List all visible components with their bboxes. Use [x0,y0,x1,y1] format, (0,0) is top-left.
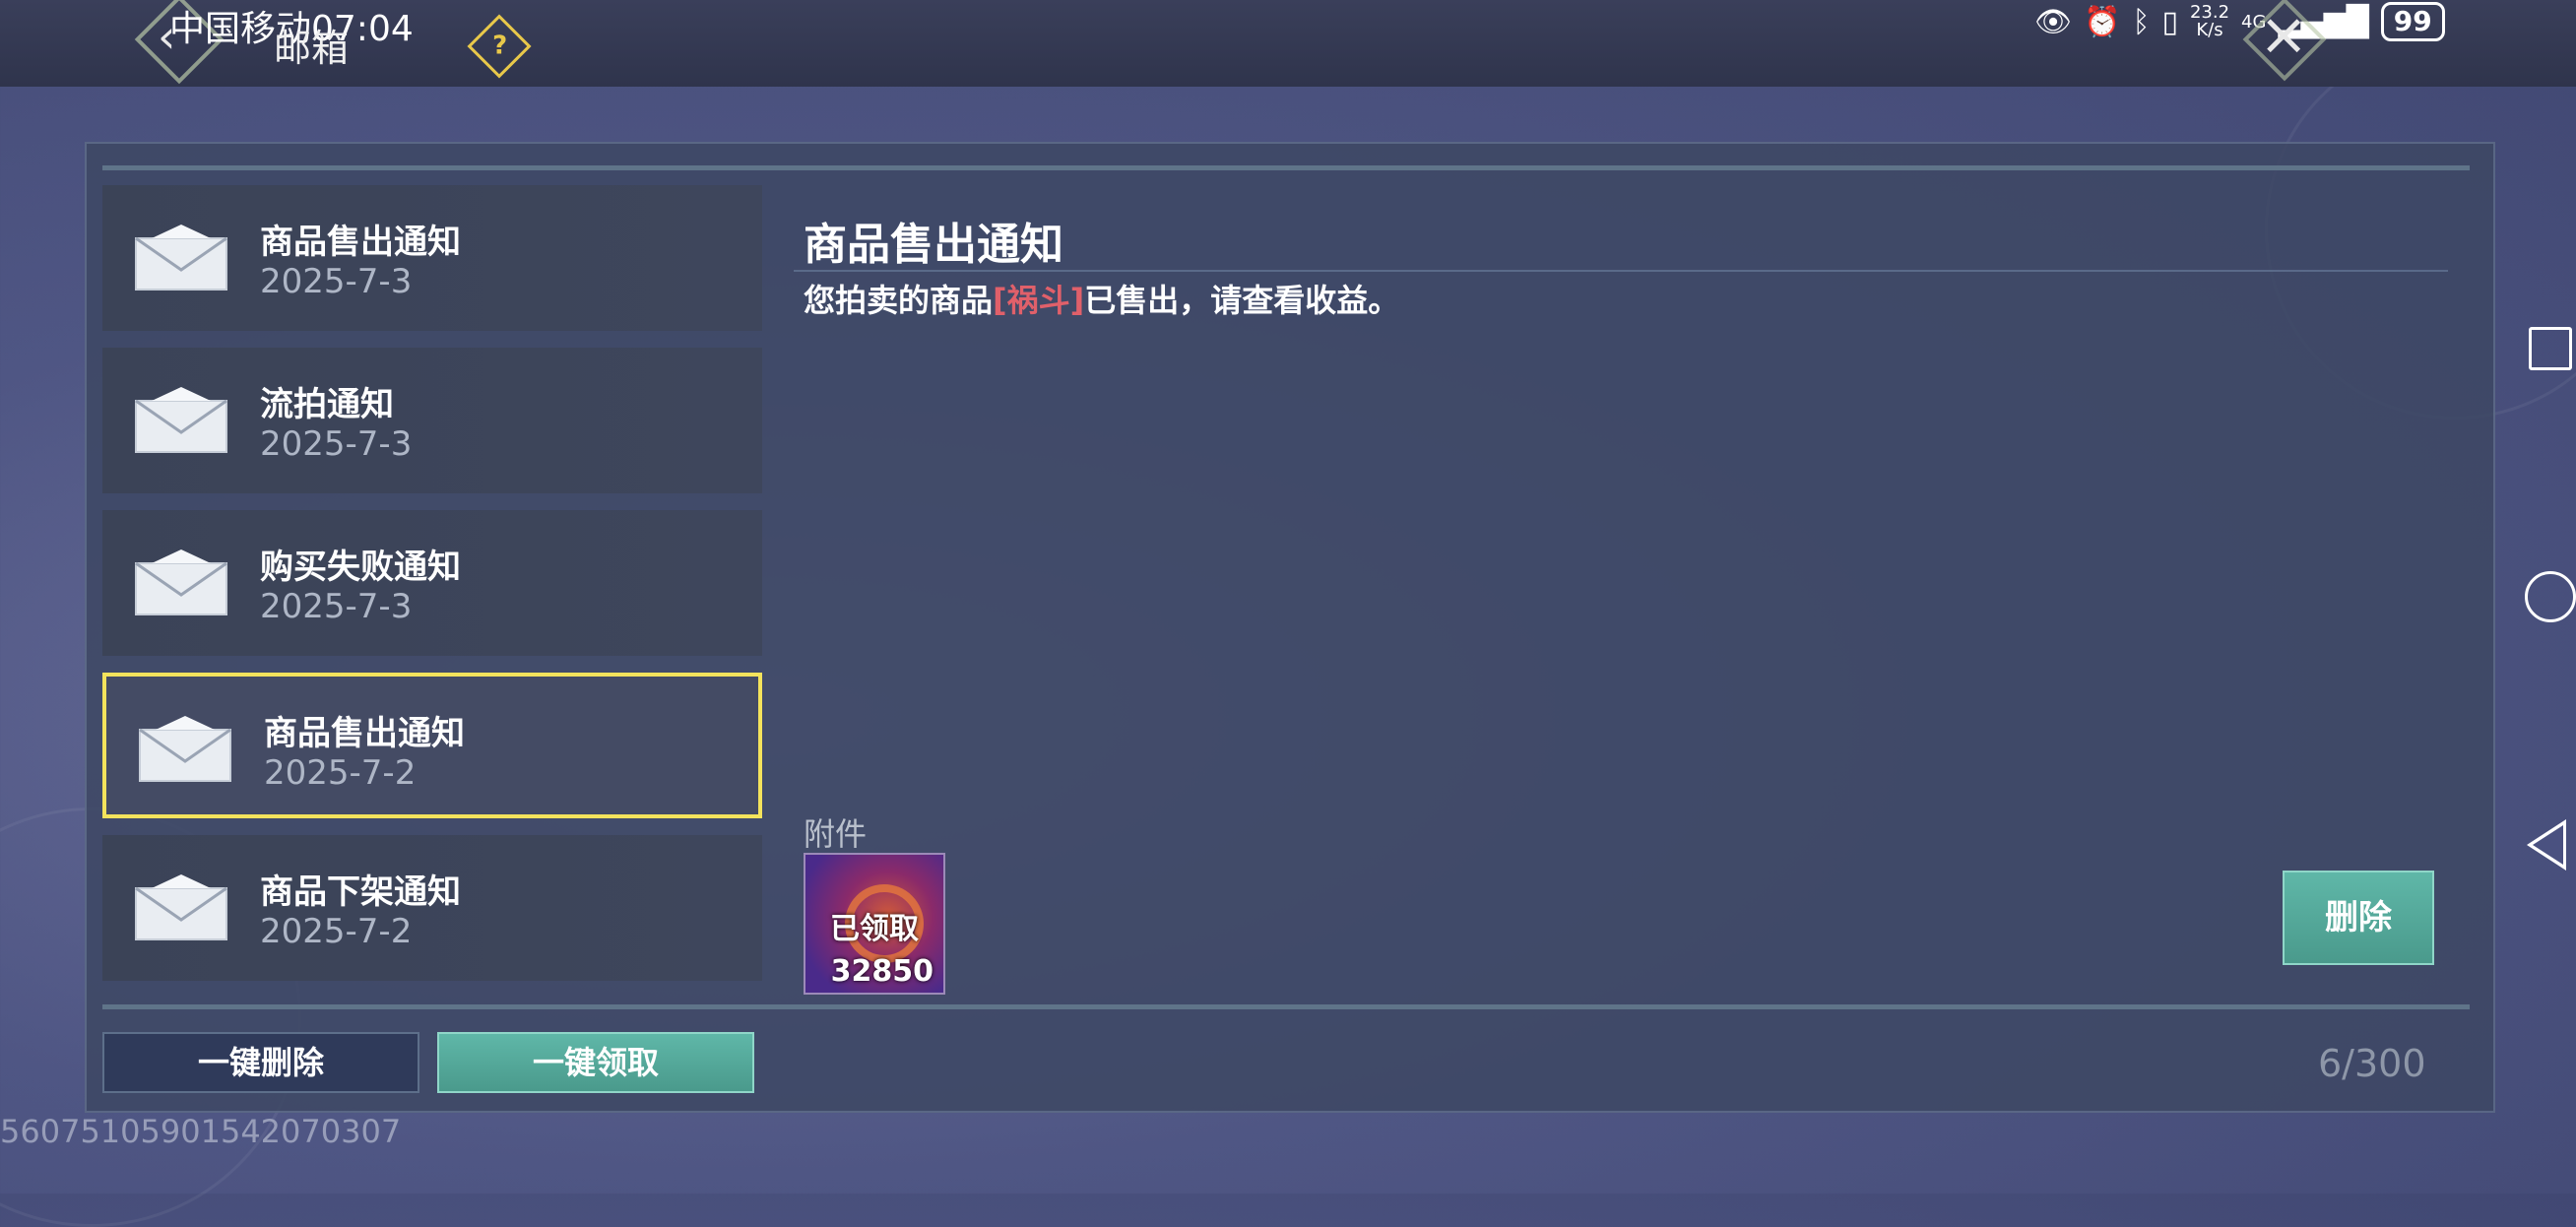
body-suffix: 已售出，请查看收益。 [1084,282,1400,319]
mail-item-title: 购买失败通知 [260,548,461,587]
eye-icon: 👁 [2034,4,2073,39]
status-icons: 👁 ⏰ ᛒ ▯ 23.2 K/s 4G ▂▄▆█ 99 [2034,2,2445,41]
bluetooth-icon: ᛒ [2132,4,2151,39]
envelope-icon [135,387,227,453]
delete-all-button[interactable]: 一键删除 [102,1032,419,1093]
alarm-icon: ⏰ [2084,4,2121,39]
claim-all-button[interactable]: 一键领取 [437,1032,754,1093]
mail-item-date: 2025-7-3 [260,424,413,464]
mail-list-item-selected[interactable]: 商品售出通知 2025-7-2 [102,673,762,818]
envelope-icon [135,874,227,940]
mail-item-date: 2025-7-3 [260,262,413,301]
close-icon[interactable]: × [2259,0,2308,69]
panel-top-rule [102,165,2470,170]
envelope-icon [135,225,227,291]
mail-item-date: 2025-7-2 [260,912,413,951]
attachment-claimed-status: 已领取 [830,912,919,946]
envelope-icon [139,716,231,782]
mail-list-item[interactable]: 购买失败通知 2025-7-3 [102,510,762,656]
mail-item-title: 商品售出通知 [260,223,461,262]
network-speed: 23.2 K/s [2190,4,2229,39]
delete-button[interactable]: 删除 [2283,871,2434,965]
help-icon-label: ? [492,31,508,61]
nav-back-icon-inner [2533,825,2563,865]
mail-item-date: 2025-7-3 [260,587,413,626]
mail-item-title: 流拍通知 [260,385,394,424]
user-id: 5607510590154207030​7 [0,1113,402,1150]
mail-detail-body: 您拍卖的商品[祸斗]已售出，请查看收益。 [804,276,1399,321]
item-name-link[interactable]: [祸斗] [993,282,1084,319]
panel-bottom-rule [102,1004,2470,1009]
battery-indicator: 99 [2380,2,2445,41]
mail-item-title: 商品售出通知 [264,714,465,753]
mail-list-item[interactable]: 商品下架通知 2025-7-2 [102,835,762,981]
mail-item-date: 2025-7-2 [264,753,417,793]
attachment-item[interactable]: 已领取 32850 [804,853,945,995]
recent-apps-icon[interactable] [2529,327,2572,370]
mail-list-item[interactable]: 流拍通知 2025-7-3 [102,348,762,493]
network-speed-unit: K/s [2196,20,2223,40]
detail-divider [794,270,2448,272]
attachment-count: 32850 [830,954,934,989]
mail-list-item[interactable]: 商品售出通知 2025-7-3 [102,185,762,331]
body-prefix: 您拍卖的商品 [804,282,994,319]
vibrate-icon: ▯ [2161,4,2178,39]
mail-item-title: 商品下架通知 [260,872,461,912]
home-icon[interactable] [2525,571,2576,622]
envelope-icon [135,549,227,615]
mail-count: 6/300 [2318,1042,2426,1085]
mail-detail-title: 商品售出通知 [804,220,1063,270]
attachment-label: 附件 [804,815,868,853]
page-title: 邮箱 [274,27,350,70]
